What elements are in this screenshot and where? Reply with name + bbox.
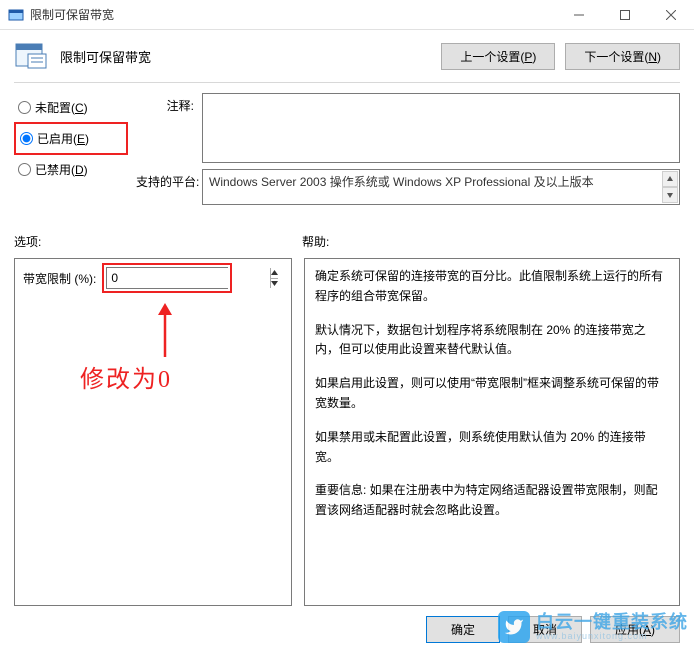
options-label: 选项: <box>14 233 302 250</box>
next-setting-button[interactable]: 下一个设置(N) <box>565 43 680 70</box>
platform-box: Windows Server 2003 操作系统或 Windows XP Pro… <box>202 169 680 205</box>
help-paragraph: 默认情况下，数据包计划程序将系统限制在 20% 的连接带宽之内，但可以使用此设置… <box>315 321 669 361</box>
spinner-down-icon[interactable] <box>270 278 278 289</box>
close-button[interactable] <box>648 0 694 29</box>
prev-setting-button[interactable]: 上一个设置(P) <box>441 43 555 70</box>
annotation-text: 修改为0 <box>80 359 172 394</box>
state-radios: 未配置(C) 已启用(E) 已禁用(D) <box>14 93 128 211</box>
header: 限制可保留带宽 上一个设置(P) 下一个设置(N) <box>0 30 694 78</box>
ok-button[interactable]: 确定 <box>426 616 500 643</box>
help-panel: 确定系统可保留的连接带宽的百分比。此值限制系统上运行的所有程序的组合带宽保留。 … <box>304 258 680 606</box>
help-paragraph: 如果启用此设置，则可以使用“带宽限制”框来调整系统可保留的带宽数量。 <box>315 374 669 414</box>
window-controls <box>556 0 694 29</box>
bandwidth-limit-label: 带宽限制 (%): <box>23 267 96 287</box>
comment-label: 注释: <box>136 93 194 163</box>
scroll-up-icon[interactable] <box>662 171 678 187</box>
spinner-up-icon[interactable] <box>270 268 278 278</box>
comment-textarea[interactable] <box>202 93 680 163</box>
help-label: 帮助: <box>302 233 680 250</box>
policy-icon <box>14 40 50 72</box>
bandwidth-limit-spinner[interactable] <box>106 267 228 289</box>
section-labels: 选项: 帮助: <box>0 211 694 254</box>
window-title: 限制可保留带宽 <box>30 6 556 23</box>
maximize-button[interactable] <box>602 0 648 29</box>
platform-text: Windows Server 2003 操作系统或 Windows XP Pro… <box>209 175 594 189</box>
options-panel: 带宽限制 (%): 修改为0 <box>14 258 292 606</box>
window-icon <box>8 7 24 23</box>
scrollbar[interactable] <box>662 171 678 203</box>
annotation-arrow-icon <box>155 303 175 357</box>
minimize-button[interactable] <box>556 0 602 29</box>
help-paragraph: 重要信息: 如果在注册表中为特定网络适配器设置带宽限制，则配置该网络适配器时就会… <box>315 481 669 521</box>
divider <box>14 82 680 83</box>
radio-disabled[interactable]: 已禁用(D) <box>14 155 128 184</box>
dialog-footer: 确定 取消 应用(A) <box>0 606 694 653</box>
titlebar: 限制可保留带宽 <box>0 0 694 30</box>
page-title: 限制可保留带宽 <box>60 47 431 66</box>
scroll-down-icon[interactable] <box>662 187 678 203</box>
apply-button[interactable]: 应用(A) <box>590 616 680 643</box>
bandwidth-limit-input[interactable] <box>107 268 270 288</box>
radio-enabled[interactable]: 已启用(E) <box>14 122 128 155</box>
radio-not-configured[interactable]: 未配置(C) <box>14 93 128 122</box>
help-paragraph: 确定系统可保留的连接带宽的百分比。此值限制系统上运行的所有程序的组合带宽保留。 <box>315 267 669 307</box>
platform-label: 支持的平台: <box>136 169 194 205</box>
cancel-button[interactable]: 取消 <box>508 616 582 643</box>
help-paragraph: 如果禁用或未配置此设置，则系统使用默认值为 20% 的连接带宽。 <box>315 428 669 468</box>
